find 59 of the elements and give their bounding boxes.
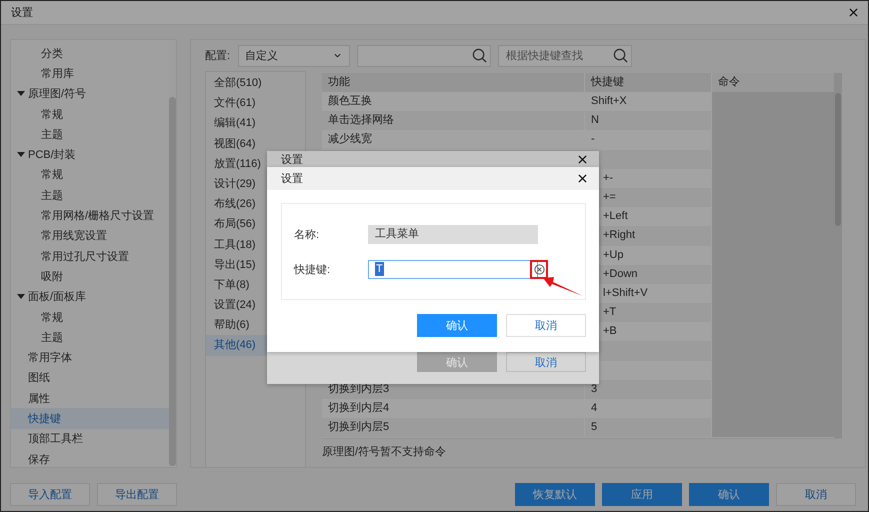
field-label: 快捷键: [294, 262, 332, 276]
sidebar-item[interactable]: 吸附 [41, 268, 63, 284]
sidebar-item[interactable]: 常用过孔尺寸设置 [41, 248, 129, 264]
sidebar-item[interactable]: 常规 [41, 106, 63, 122]
sidebar-item[interactable]: 原理图/符号 [28, 86, 86, 102]
column-header[interactable]: 命令 [711, 73, 834, 92]
close-icon[interactable] [578, 155, 587, 164]
expand-triangle-icon[interactable] [17, 91, 25, 96]
expand-triangle-icon[interactable] [17, 294, 25, 300]
sidebar-item[interactable]: 图纸 [28, 370, 50, 386]
field-label: 名称: [294, 228, 320, 242]
button[interactable]: 导入配置 [10, 483, 90, 506]
category-item[interactable]: 文件(61) [206, 93, 305, 114]
clear-icon[interactable] [534, 264, 544, 274]
table-cell-text: 减少线宽 [327, 132, 373, 148]
sidebar-item[interactable]: 常规 [41, 310, 63, 324]
sidebar-item[interactable]: 常用网格/栅格尺寸设置 [41, 208, 154, 224]
sidebar-item[interactable]: 面板/面板库 [28, 289, 86, 304]
sidebar-item[interactable]: 常用库 [41, 66, 74, 81]
sidebar-item[interactable]: 常用线宽设置 [41, 228, 107, 244]
button[interactable]: 取消 [506, 352, 586, 372]
sidebar-item[interactable]: 分类 [41, 46, 63, 61]
table-cell-text: 颜色互换 [327, 94, 373, 109]
sidebar-item[interactable]: PCB/封装 [28, 147, 76, 162]
sidebar-item[interactable]: 快捷键 [28, 410, 61, 426]
sidebar-item[interactable]: 常用字体 [28, 350, 72, 366]
window-title: 设置 [11, 6, 33, 20]
config-dropdown[interactable]: 自定义 [238, 44, 350, 66]
column-header[interactable]: 功能 [322, 73, 584, 92]
caret-icon [334, 53, 341, 58]
sidebar-item[interactable]: 保存 [28, 452, 50, 467]
category-item[interactable]: 视图(64) [206, 134, 305, 154]
search-icon[interactable] [472, 48, 487, 62]
expand-triangle-icon[interactable] [17, 152, 25, 158]
button[interactable]: 确认 [417, 314, 497, 337]
sidebar-item[interactable]: 主题 [41, 188, 63, 203]
name-field: 工具菜单 [368, 224, 538, 244]
button[interactable]: 导出配置 [97, 483, 177, 506]
search-field[interactable] [357, 44, 491, 66]
note-text: 原理图/符号暂不支持命令 [322, 438, 842, 459]
scrollbar[interactable] [834, 73, 842, 438]
sidebar-item[interactable]: 顶部工具栏 [28, 431, 83, 446]
sidebar-item[interactable]: 主题 [41, 330, 63, 345]
sidebar-item[interactable]: 主题 [41, 126, 63, 142]
sidebar-item[interactable]: 常规 [41, 167, 63, 182]
table-cell-text: 切换到内层5 [327, 420, 390, 436]
category-item[interactable]: 全部(510) [206, 73, 305, 94]
dialog-title: 设置 [281, 153, 303, 167]
category-item[interactable]: 编辑(41) [206, 113, 305, 134]
table-cell-text: 单击选择网络 [327, 113, 395, 128]
table-cell-text: 切换到内层4 [327, 401, 390, 416]
dialog-title: 设置 [281, 172, 303, 186]
search-icon[interactable] [613, 48, 628, 62]
sidebar-item[interactable]: 属性 [28, 390, 50, 406]
shortcut-search-field[interactable]: 根据快捷键查找 [498, 44, 632, 66]
close-icon[interactable] [578, 174, 587, 183]
close-icon[interactable] [849, 8, 858, 17]
button[interactable]: 取消 [506, 314, 586, 337]
button[interactable]: 取消 [776, 483, 856, 506]
